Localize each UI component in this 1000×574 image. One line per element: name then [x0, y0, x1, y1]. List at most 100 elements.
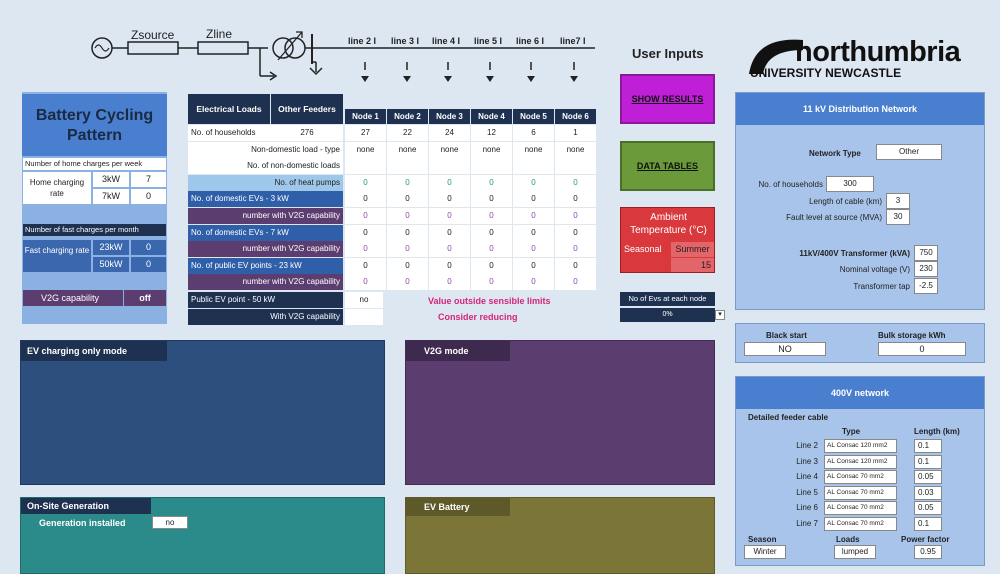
node-6-cell[interactable]: 0 — [555, 241, 596, 258]
node-5-cell[interactable]: 0 — [513, 208, 554, 224]
node-1-cell[interactable]: 0 — [345, 241, 386, 258]
node-6-cell[interactable]: 0 — [555, 257, 596, 274]
node-2-cell[interactable]: 0 — [387, 191, 428, 208]
node-4-cell[interactable]: 0 — [471, 174, 512, 191]
lv-line-length-input[interactable]: 0.1 — [914, 454, 942, 469]
node-2-cell[interactable]: 0 — [387, 241, 428, 258]
load-row-label: No. of domestic EVs - 7 kW — [188, 224, 343, 241]
evs-node-dropdown-icon[interactable]: ▾ — [715, 310, 725, 320]
node-5-cell[interactable]: none — [513, 141, 554, 158]
node-6-cell[interactable]: 0 — [555, 274, 596, 291]
node-4-cell[interactable]: 0 — [471, 274, 512, 291]
node-3-cell[interactable]: 0 — [429, 241, 470, 258]
node-1-cell[interactable]: 0 — [345, 174, 386, 191]
bulk-storage-input[interactable]: 0 — [878, 342, 966, 356]
node-4-cell[interactable]: 0 — [471, 257, 512, 274]
node-1-cell[interactable]: 0 — [345, 274, 386, 291]
nominal-voltage-input[interactable]: 230 — [914, 261, 938, 277]
lv-line-length-input[interactable]: 0.1 — [914, 516, 942, 531]
black-start-input[interactable]: NO — [744, 342, 826, 356]
lv-line-type-input[interactable]: AL Consac 70 mm2 — [824, 485, 897, 500]
node-1-cell[interactable]: none — [345, 141, 386, 158]
node-6-cell[interactable]: 1 — [555, 125, 596, 141]
lv-line-type-input[interactable]: AL Consac 70 mm2 — [824, 470, 897, 484]
node-3-cell[interactable]: none — [429, 141, 470, 158]
ambient-season-value[interactable]: Summer — [671, 242, 714, 257]
node-5-cell[interactable]: 0 — [513, 174, 554, 191]
node-2-cell[interactable] — [387, 158, 428, 175]
node-1-cell[interactable]: 0 — [345, 224, 386, 241]
node-3-cell[interactable]: 0 — [429, 274, 470, 291]
node-5-cell[interactable]: 0 — [513, 257, 554, 274]
node-4-cell[interactable]: 0 — [471, 224, 512, 241]
node-1-cell[interactable]: 0 — [345, 191, 386, 208]
node-5-cell[interactable]: 6 — [513, 125, 554, 141]
home-value-7kw[interactable]: 0 — [131, 189, 166, 204]
node-3-cell[interactable]: 0 — [429, 191, 470, 208]
node-5-cell[interactable]: 0 — [513, 274, 554, 291]
node-2-cell[interactable]: none — [387, 141, 428, 158]
season-input[interactable]: Winter — [744, 545, 786, 559]
node-6-cell[interactable]: 0 — [555, 208, 596, 224]
node-1-cell[interactable]: 27 — [345, 125, 386, 141]
node-2-cell[interactable]: 0 — [387, 224, 428, 241]
transformer-tap-input[interactable]: -2.5 — [914, 278, 938, 294]
fast-value-50kw[interactable]: 0 — [131, 257, 166, 272]
node-1-cell[interactable]: 0 — [345, 208, 386, 224]
public-50kw-value[interactable]: no — [345, 292, 383, 308]
v2g-capability-value[interactable]: off — [124, 290, 166, 306]
show-results-button[interactable]: SHOW RESULTS — [620, 74, 715, 124]
lv-line-length-input[interactable]: 0.05 — [914, 470, 942, 484]
loads-input[interactable]: lumped — [834, 545, 876, 559]
node-3-cell[interactable]: 0 — [429, 208, 470, 224]
ambient-temp-value[interactable]: 15 — [671, 258, 714, 272]
node-3-cell[interactable]: 0 — [429, 224, 470, 241]
node-4-cell[interactable] — [471, 158, 512, 175]
node-4-cell[interactable]: 0 — [471, 208, 512, 224]
lv-line-length-input[interactable]: 0.1 — [914, 439, 942, 453]
node-5-cell[interactable]: 0 — [513, 241, 554, 258]
node-6-cell[interactable]: none — [555, 141, 596, 158]
lv-line-type-input[interactable]: AL Consac 70 mm2 — [824, 501, 897, 515]
node-2-cell[interactable]: 0 — [387, 174, 428, 191]
node-5-cell[interactable] — [513, 158, 554, 175]
transformer-input[interactable]: 750 — [914, 245, 938, 261]
fault-level-input[interactable]: 30 — [886, 209, 910, 225]
node-3-cell[interactable]: 0 — [429, 174, 470, 191]
public-50kw-v2g-value[interactable] — [345, 309, 383, 325]
node-2-cell[interactable]: 22 — [387, 125, 428, 141]
node-3-cell[interactable]: 0 — [429, 257, 470, 274]
node-6-cell[interactable] — [555, 158, 596, 175]
evs-node-slider[interactable]: 0% — [620, 308, 715, 322]
node-3-cell[interactable]: 24 — [429, 125, 470, 141]
node-2-cell[interactable]: 0 — [387, 274, 428, 291]
data-tables-button[interactable]: DATA TABLES — [620, 141, 715, 191]
node-5-cell[interactable]: 0 — [513, 191, 554, 208]
power-factor-input[interactable]: 0.95 — [914, 545, 942, 559]
node-6-cell[interactable]: 0 — [555, 224, 596, 241]
node-1-cell[interactable]: 0 — [345, 257, 386, 274]
lv-line-type-input[interactable]: AL Consac 120 mm2 — [824, 454, 897, 469]
node-2-cell[interactable]: 0 — [387, 257, 428, 274]
other-feeders-value[interactable]: 276 — [271, 125, 343, 141]
lv-line-type-input[interactable]: AL Consac 120 mm2 — [824, 439, 897, 453]
fast-value-23kw[interactable]: 0 — [131, 240, 166, 255]
lv-line-length-input[interactable]: 0.03 — [914, 485, 942, 500]
node-6-cell[interactable]: 0 — [555, 174, 596, 191]
network-type-input[interactable]: Other — [876, 144, 942, 160]
node-3-cell[interactable] — [429, 158, 470, 175]
node-4-cell[interactable]: 0 — [471, 191, 512, 208]
lv-line-length-input[interactable]: 0.05 — [914, 501, 942, 515]
node-4-cell[interactable]: 0 — [471, 241, 512, 258]
generation-installed-input[interactable]: no — [152, 516, 188, 529]
node-1-cell[interactable] — [345, 158, 386, 175]
node-4-cell[interactable]: none — [471, 141, 512, 158]
lv-line-type-input[interactable]: AL Consac 70 mm2 — [824, 516, 897, 531]
node-5-cell[interactable]: 0 — [513, 224, 554, 241]
node-4-cell[interactable]: 12 — [471, 125, 512, 141]
network-households-input[interactable]: 300 — [826, 176, 874, 192]
node-2-cell[interactable]: 0 — [387, 208, 428, 224]
home-value-3kw[interactable]: 7 — [131, 172, 166, 187]
node-6-cell[interactable]: 0 — [555, 191, 596, 208]
cable-length-input[interactable]: 3 — [886, 193, 910, 209]
